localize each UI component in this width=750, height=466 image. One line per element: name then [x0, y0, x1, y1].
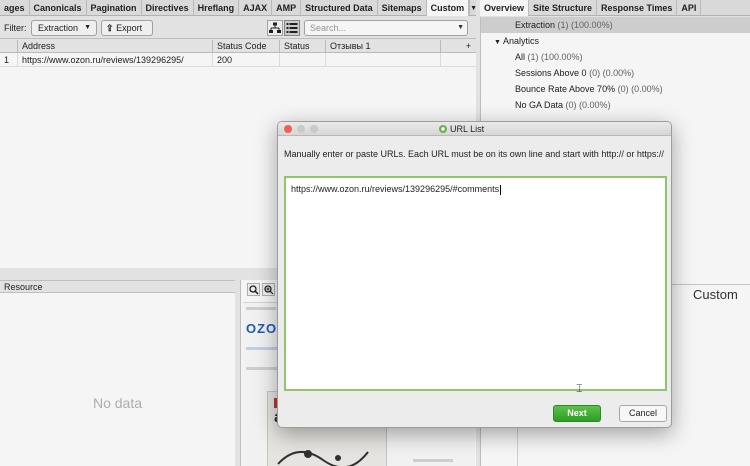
- spider-app-icon: [439, 125, 447, 133]
- text-cursor-icon: ⌶: [576, 383, 583, 395]
- url-list-value: https://www.ozon.ru/reviews/139296295/#c…: [291, 184, 502, 195]
- cancel-button[interactable]: Cancel: [619, 405, 667, 422]
- url-list-textarea[interactable]: https://www.ozon.ru/reviews/139296295/#c…: [284, 176, 667, 395]
- next-button[interactable]: Next: [553, 405, 601, 422]
- url-line: https://www.ozon.ru/reviews/139296295/#c…: [291, 184, 500, 194]
- dialog-description: Manually enter or paste URLs. Each URL m…: [284, 149, 664, 159]
- text-caret: [500, 184, 502, 195]
- minimize-window-button[interactable]: [297, 125, 305, 133]
- close-window-button[interactable]: [284, 125, 292, 133]
- zoom-window-button[interactable]: [310, 125, 318, 133]
- dialog-titlebar: URL List: [278, 122, 671, 136]
- dialog-title: URL List: [450, 124, 485, 134]
- url-list-dialog: URL List Manually enter or paste URLs. E…: [277, 121, 672, 428]
